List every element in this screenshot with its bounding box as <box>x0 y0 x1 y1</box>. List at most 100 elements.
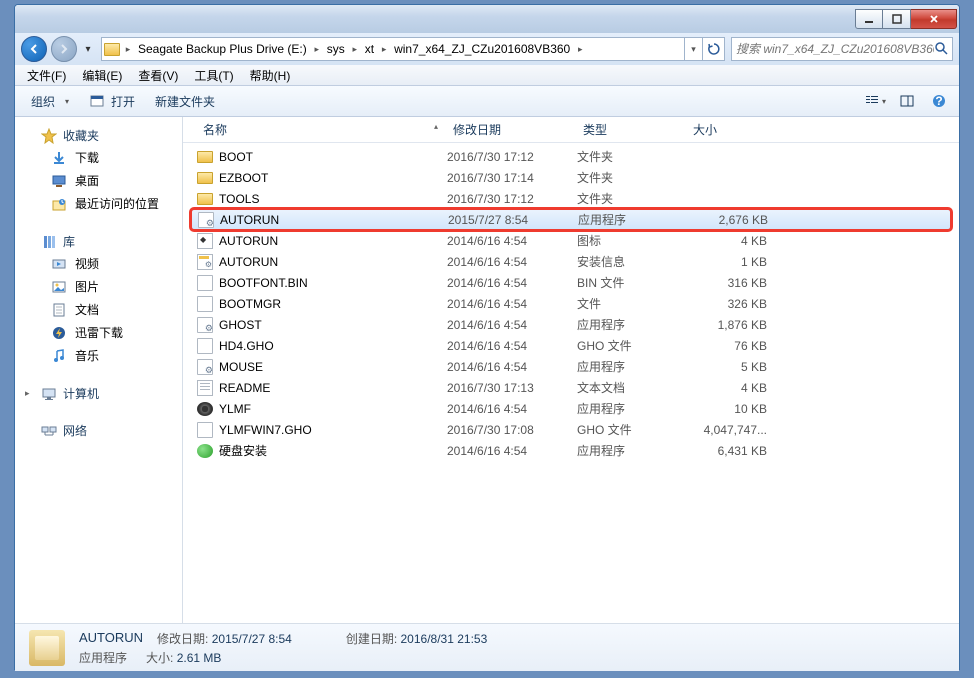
folder-icon <box>197 172 213 184</box>
breadcrumb-item[interactable]: sys <box>323 38 349 60</box>
sidebar-favorites: 收藏夹 下载桌面最近访问的位置 <box>15 125 182 215</box>
bin-icon <box>197 275 213 291</box>
sidebar-item[interactable]: 图片 <box>15 275 182 298</box>
maximize-button[interactable] <box>883 9 911 29</box>
menu-tools[interactable]: 工具(T) <box>186 65 241 86</box>
sidebar-favorites-label: 收藏夹 <box>63 127 99 144</box>
libraries-icon <box>41 234 57 250</box>
sidebar-network-head[interactable]: 网络 <box>15 420 182 441</box>
file-row[interactable]: MOUSE2014/6/16 4:54应用程序5 KB <box>183 356 959 377</box>
breadcrumb-item[interactable]: xt <box>361 38 378 60</box>
forward-button[interactable] <box>51 36 77 62</box>
folder-icon <box>197 193 213 205</box>
sidebar: 收藏夹 下载桌面最近访问的位置 库 视频图片文档迅雷下载音乐 ▸ 计算机 <box>15 117 183 623</box>
breadcrumb-item[interactable]: Seagate Backup Plus Drive (E:) <box>134 38 311 60</box>
details-mod: 2015/7/27 8:54 <box>212 632 292 646</box>
sidebar-computer-label: 计算机 <box>63 385 99 402</box>
file-row[interactable]: EZBOOT2016/7/30 17:14文件夹 <box>183 167 959 188</box>
nav-buttons: ▾ <box>21 36 95 62</box>
help-button[interactable]: ? <box>927 89 951 113</box>
open-button[interactable]: 打开 <box>81 89 143 114</box>
sidebar-libraries-head[interactable]: 库 <box>15 231 182 252</box>
menu-help[interactable]: 帮助(H) <box>242 65 299 86</box>
sidebar-item[interactable]: 文档 <box>15 298 182 321</box>
gho-icon <box>197 422 213 438</box>
col-size[interactable]: 大小 <box>687 117 767 142</box>
breadcrumb-item[interactable]: win7_x64_ZJ_CZu201608VB360 <box>390 38 574 60</box>
file-row[interactable]: AUTORUN2014/6/16 4:54安装信息1 KB <box>183 251 959 272</box>
crumb-sep-icon[interactable]: ▸ <box>378 44 390 55</box>
file-row[interactable]: BOOTMGR2014/6/16 4:54文件326 KB <box>183 293 959 314</box>
menu-file[interactable]: 文件(F) <box>19 65 74 86</box>
sidebar-network-label: 网络 <box>63 422 87 439</box>
sidebar-item[interactable]: 桌面 <box>15 169 182 192</box>
file-row[interactable]: HD4.GHO2014/6/16 4:54GHO 文件76 KB <box>183 335 959 356</box>
menu-edit[interactable]: 编辑(E) <box>74 65 130 86</box>
file-row[interactable]: YLMFWIN7.GHO2016/7/30 17:08GHO 文件4,047,7… <box>183 419 959 440</box>
crumb-sep-icon[interactable]: ▸ <box>574 44 586 55</box>
search-icon[interactable] <box>934 41 948 58</box>
file-list[interactable]: BOOT2016/7/30 17:12文件夹EZBOOT2016/7/30 17… <box>183 143 959 623</box>
sidebar-item[interactable]: 迅雷下载 <box>15 321 182 344</box>
file-row[interactable]: README2016/7/30 17:13文本文档4 KB <box>183 377 959 398</box>
folder-icon <box>197 151 213 163</box>
search-input[interactable] <box>736 42 934 56</box>
ylmf-icon <box>197 402 213 416</box>
window-buttons <box>855 9 957 29</box>
sidebar-computer-head[interactable]: ▸ 计算机 <box>15 383 182 404</box>
view-mode-button[interactable]: ▾ <box>863 89 887 113</box>
crumb-sep-icon[interactable]: ▸ <box>311 44 323 55</box>
crumb-sep-icon[interactable]: ▸ <box>349 44 361 55</box>
file-row[interactable]: AUTORUN2015/7/27 8:54应用程序2,676 KB <box>191 209 951 230</box>
sidebar-item[interactable]: 视频 <box>15 252 182 275</box>
explorer-window: ▾ ▸ Seagate Backup Plus Drive (E:)▸sys▸x… <box>14 4 960 670</box>
titlebar[interactable] <box>15 5 959 33</box>
file-row[interactable]: TOOLS2016/7/30 17:12文件夹 <box>183 188 959 209</box>
crumb-sep-icon[interactable]: ▸ <box>122 44 134 55</box>
details-type: 应用程序 <box>79 649 132 666</box>
file-row[interactable]: AUTORUN2014/6/16 4:54图标4 KB <box>183 230 959 251</box>
file-row[interactable]: 硬盘安装2014/6/16 4:54应用程序6,431 KB <box>183 440 959 461</box>
sidebar-item[interactable]: 最近访问的位置 <box>15 192 182 215</box>
col-date[interactable]: 修改日期 <box>447 117 577 142</box>
organize-button[interactable]: 组织 <box>23 89 77 114</box>
sidebar-computer: ▸ 计算机 <box>15 383 182 404</box>
ico-icon <box>197 233 213 249</box>
details-name: AUTORUN <box>79 630 143 647</box>
refresh-button[interactable] <box>702 38 724 60</box>
col-name[interactable]: 名称▴ <box>197 117 447 142</box>
col-type[interactable]: 类型 <box>577 117 687 142</box>
address-bar[interactable]: ▸ Seagate Backup Plus Drive (E:)▸sys▸xt▸… <box>101 37 725 61</box>
nav-row: ▾ ▸ Seagate Backup Plus Drive (E:)▸sys▸x… <box>15 33 959 65</box>
sidebar-item[interactable]: 音乐 <box>15 344 182 367</box>
details-icon <box>27 628 67 668</box>
newfolder-button[interactable]: 新建文件夹 <box>147 89 223 114</box>
preview-pane-button[interactable] <box>895 89 919 113</box>
toolbar: 组织 打开 新建文件夹 ▾ ? <box>15 86 959 117</box>
exe-icon <box>197 359 213 375</box>
file-row[interactable]: YLMF2014/6/16 4:54应用程序10 KB <box>183 398 959 419</box>
close-button[interactable] <box>911 9 957 29</box>
sidebar-favorites-head[interactable]: 收藏夹 <box>15 125 182 146</box>
menu-bar: 文件(F) 编辑(E) 查看(V) 工具(T) 帮助(H) <box>15 65 959 86</box>
nav-history-dropdown[interactable]: ▾ <box>81 44 95 55</box>
file-row[interactable]: BOOTFONT.BIN2014/6/16 4:54BIN 文件316 KB <box>183 272 959 293</box>
back-button[interactable] <box>21 36 47 62</box>
sidebar-libraries: 库 视频图片文档迅雷下载音乐 <box>15 231 182 367</box>
file-row[interactable]: BOOT2016/7/30 17:12文件夹 <box>183 146 959 167</box>
svg-text:?: ? <box>935 94 942 108</box>
sidebar-libraries-label: 库 <box>63 233 75 250</box>
network-icon <box>41 423 57 439</box>
sidebar-item[interactable]: 下载 <box>15 146 182 169</box>
search-box[interactable] <box>731 37 953 61</box>
minimize-button[interactable] <box>855 9 883 29</box>
computer-icon <box>41 386 57 402</box>
menu-view[interactable]: 查看(V) <box>130 65 186 86</box>
exe-icon <box>197 317 213 333</box>
details-pane: AUTORUN 修改日期: 2015/7/27 8:54 创建日期: 2016/… <box>15 623 959 671</box>
details-mod-label: 修改日期: <box>157 632 208 646</box>
address-dropdown[interactable]: ▾ <box>684 38 702 60</box>
file-row[interactable]: GHOST2014/6/16 4:54应用程序1,876 KB <box>183 314 959 335</box>
drive-icon <box>102 39 122 59</box>
details-size: 2.61 MB <box>177 651 222 665</box>
